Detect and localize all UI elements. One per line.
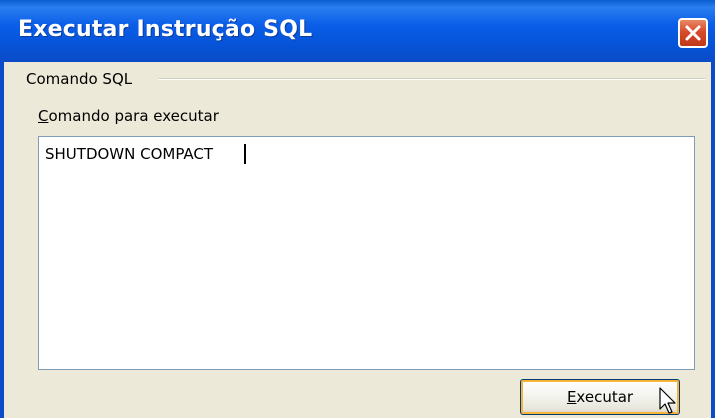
window-frame-right (711, 62, 715, 418)
execute-button[interactable]: Executar (520, 379, 680, 415)
group-separator (158, 78, 706, 80)
window-frame-left (0, 62, 4, 418)
command-label-mnemonic: C (38, 107, 49, 125)
execute-label-text: xecutar (576, 388, 634, 406)
command-label-text: omando para executar (48, 107, 219, 125)
close-button[interactable] (678, 18, 708, 48)
title-bar[interactable]: Executar Instrução SQL (0, 0, 715, 62)
dialog-title: Executar Instrução SQL (18, 17, 313, 42)
sql-command-input[interactable]: SHUTDOWN COMPACT (38, 136, 695, 370)
close-icon (685, 25, 701, 41)
execute-label-mnemonic: E (566, 388, 577, 406)
text-caret (244, 144, 246, 164)
group-label-sql-command: Comando SQL (26, 70, 133, 88)
execute-sql-dialog: Executar Instrução SQL Comando SQL Coman… (0, 0, 715, 418)
command-field-label: Comando para executar (38, 104, 219, 128)
